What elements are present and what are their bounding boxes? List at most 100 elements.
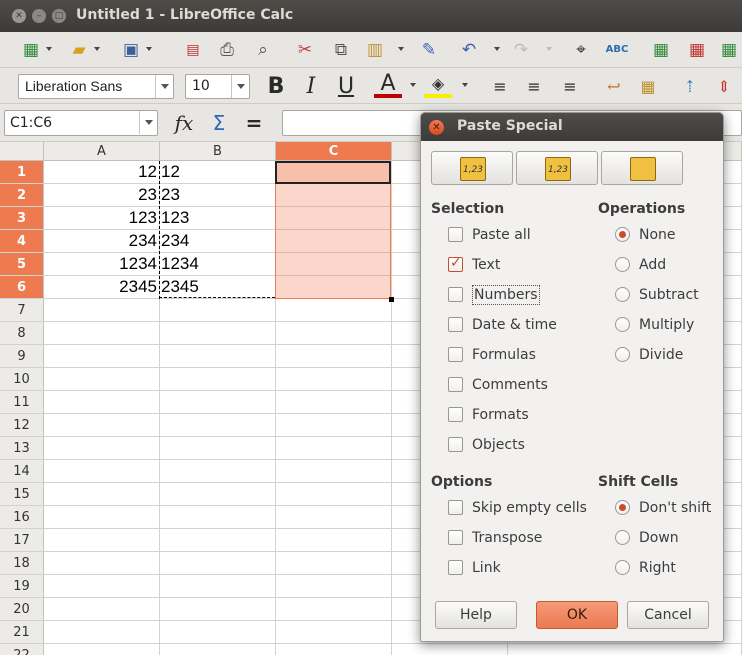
export-pdf-icon[interactable]: ▤ bbox=[180, 38, 206, 62]
cell-b19[interactable] bbox=[160, 575, 276, 598]
open-dropdown-arrow[interactable] bbox=[94, 47, 100, 51]
save-icon[interactable]: ▣ bbox=[118, 38, 144, 62]
print-preview-icon[interactable]: ⌕ bbox=[250, 38, 276, 62]
undo-icon[interactable]: ↶ bbox=[456, 38, 482, 62]
name-box[interactable]: C1:C6 bbox=[4, 110, 158, 136]
wrap-text-icon[interactable]: ↩ bbox=[600, 74, 628, 99]
row-header-3[interactable]: 3 bbox=[0, 207, 44, 230]
align-center-icon[interactable]: ≡ bbox=[520, 74, 548, 99]
cell-b3[interactable]: 123 bbox=[160, 207, 276, 230]
open-folder-icon[interactable]: ▰ bbox=[66, 38, 92, 62]
fill-handle[interactable] bbox=[389, 297, 394, 302]
checkbox[interactable] bbox=[448, 287, 463, 302]
formula-icon[interactable]: = bbox=[240, 110, 268, 136]
checkbox[interactable] bbox=[448, 347, 463, 362]
chevron-down-icon[interactable] bbox=[139, 111, 157, 134]
row-icon[interactable]: ▦ bbox=[648, 38, 674, 62]
column-icon[interactable]: ▦ bbox=[684, 38, 710, 62]
cell-b9[interactable] bbox=[160, 345, 276, 368]
cell-b6[interactable]: 2345 bbox=[160, 276, 276, 299]
new-dropdown-arrow[interactable] bbox=[46, 47, 52, 51]
cell-b4[interactable]: 234 bbox=[160, 230, 276, 253]
row-header-6[interactable]: 6 bbox=[0, 276, 44, 299]
merge-cells-icon[interactable]: ▦ bbox=[634, 74, 662, 99]
ok-button[interactable]: OK bbox=[536, 601, 618, 629]
highlighting-dropdown-arrow[interactable] bbox=[462, 83, 468, 87]
find-replace-icon[interactable]: ⌖ bbox=[568, 38, 594, 62]
preset-values-only-button[interactable]: 1,23 bbox=[431, 151, 513, 185]
row-header-20[interactable]: 20 bbox=[0, 598, 44, 621]
cell-d22[interactable] bbox=[392, 644, 508, 655]
cell-c10[interactable] bbox=[276, 368, 392, 391]
row-header-8[interactable]: 8 bbox=[0, 322, 44, 345]
row-header-1[interactable]: 1 bbox=[0, 161, 44, 184]
operation-add[interactable]: Add bbox=[615, 255, 742, 275]
row-header-21[interactable]: 21 bbox=[0, 621, 44, 644]
checkbox[interactable] bbox=[448, 377, 463, 392]
cell-b18[interactable] bbox=[160, 552, 276, 575]
cell-b2[interactable]: 23 bbox=[160, 184, 276, 207]
cell-a10[interactable] bbox=[44, 368, 160, 391]
cell-c17[interactable] bbox=[276, 529, 392, 552]
row-header-7[interactable]: 7 bbox=[0, 299, 44, 322]
underline-button[interactable]: U bbox=[332, 74, 360, 99]
chevron-down-icon[interactable] bbox=[155, 75, 173, 98]
checkbox[interactable] bbox=[448, 407, 463, 422]
cell-a19[interactable] bbox=[44, 575, 160, 598]
align-top-icon[interactable]: ⇡ bbox=[676, 74, 704, 99]
align-right-icon[interactable]: ≡ bbox=[556, 74, 584, 99]
cell-b13[interactable] bbox=[160, 437, 276, 460]
column-header-b[interactable]: B bbox=[160, 142, 276, 161]
row-header-18[interactable]: 18 bbox=[0, 552, 44, 575]
row-header-19[interactable]: 19 bbox=[0, 575, 44, 598]
cell-b1[interactable]: 12 bbox=[160, 161, 276, 184]
cell-b16[interactable] bbox=[160, 506, 276, 529]
row-header-10[interactable]: 10 bbox=[0, 368, 44, 391]
checkbox[interactable] bbox=[448, 530, 463, 545]
row-header-9[interactable]: 9 bbox=[0, 345, 44, 368]
cell-c15[interactable] bbox=[276, 483, 392, 506]
cell-a11[interactable] bbox=[44, 391, 160, 414]
cut-icon[interactable]: ✂ bbox=[292, 38, 318, 62]
shift-don-t-shift[interactable]: Don't shift bbox=[615, 498, 742, 518]
checkbox[interactable] bbox=[448, 317, 463, 332]
row-header-16[interactable]: 16 bbox=[0, 506, 44, 529]
bold-button[interactable]: B bbox=[262, 74, 290, 99]
selection-date-time[interactable]: Date & time bbox=[448, 315, 598, 335]
function-wizard-icon[interactable]: fx bbox=[170, 110, 198, 136]
cell-b5[interactable]: 1234 bbox=[160, 253, 276, 276]
cell-a15[interactable] bbox=[44, 483, 160, 506]
row-header-15[interactable]: 15 bbox=[0, 483, 44, 506]
option-skip-empty-cells[interactable]: Skip empty cells bbox=[448, 498, 598, 518]
cell-b14[interactable] bbox=[160, 460, 276, 483]
cell-a8[interactable] bbox=[44, 322, 160, 345]
cell-c18[interactable] bbox=[276, 552, 392, 575]
row-header-13[interactable]: 13 bbox=[0, 437, 44, 460]
italic-button[interactable]: I bbox=[297, 74, 325, 99]
save-dropdown-arrow[interactable] bbox=[146, 47, 152, 51]
row-header-2[interactable]: 2 bbox=[0, 184, 44, 207]
window-close-button[interactable]: ✕ bbox=[12, 9, 26, 23]
dialog-close-button[interactable]: ✕ bbox=[429, 120, 444, 135]
cell-c14[interactable] bbox=[276, 460, 392, 483]
checkbox[interactable] bbox=[448, 560, 463, 575]
row-header-4[interactable]: 4 bbox=[0, 230, 44, 253]
cell-a14[interactable] bbox=[44, 460, 160, 483]
selection-text[interactable]: Text bbox=[448, 255, 598, 275]
checkbox[interactable] bbox=[448, 227, 463, 242]
print-icon[interactable]: ⎙ bbox=[214, 38, 240, 62]
cell-a7[interactable] bbox=[44, 299, 160, 322]
cell-c11[interactable] bbox=[276, 391, 392, 414]
cell-b10[interactable] bbox=[160, 368, 276, 391]
clone-formatting-icon[interactable]: ✎ bbox=[416, 38, 442, 62]
select-all-corner[interactable] bbox=[0, 142, 44, 161]
operation-none[interactable]: None bbox=[615, 225, 742, 245]
cell-b12[interactable] bbox=[160, 414, 276, 437]
cell-b17[interactable] bbox=[160, 529, 276, 552]
paste-dropdown-arrow[interactable] bbox=[398, 47, 404, 51]
cell-a5[interactable]: 1234 bbox=[44, 253, 160, 276]
cell-c8[interactable] bbox=[276, 322, 392, 345]
operation-divide[interactable]: Divide bbox=[615, 345, 742, 365]
radio-button[interactable] bbox=[615, 500, 630, 515]
cell-a9[interactable] bbox=[44, 345, 160, 368]
